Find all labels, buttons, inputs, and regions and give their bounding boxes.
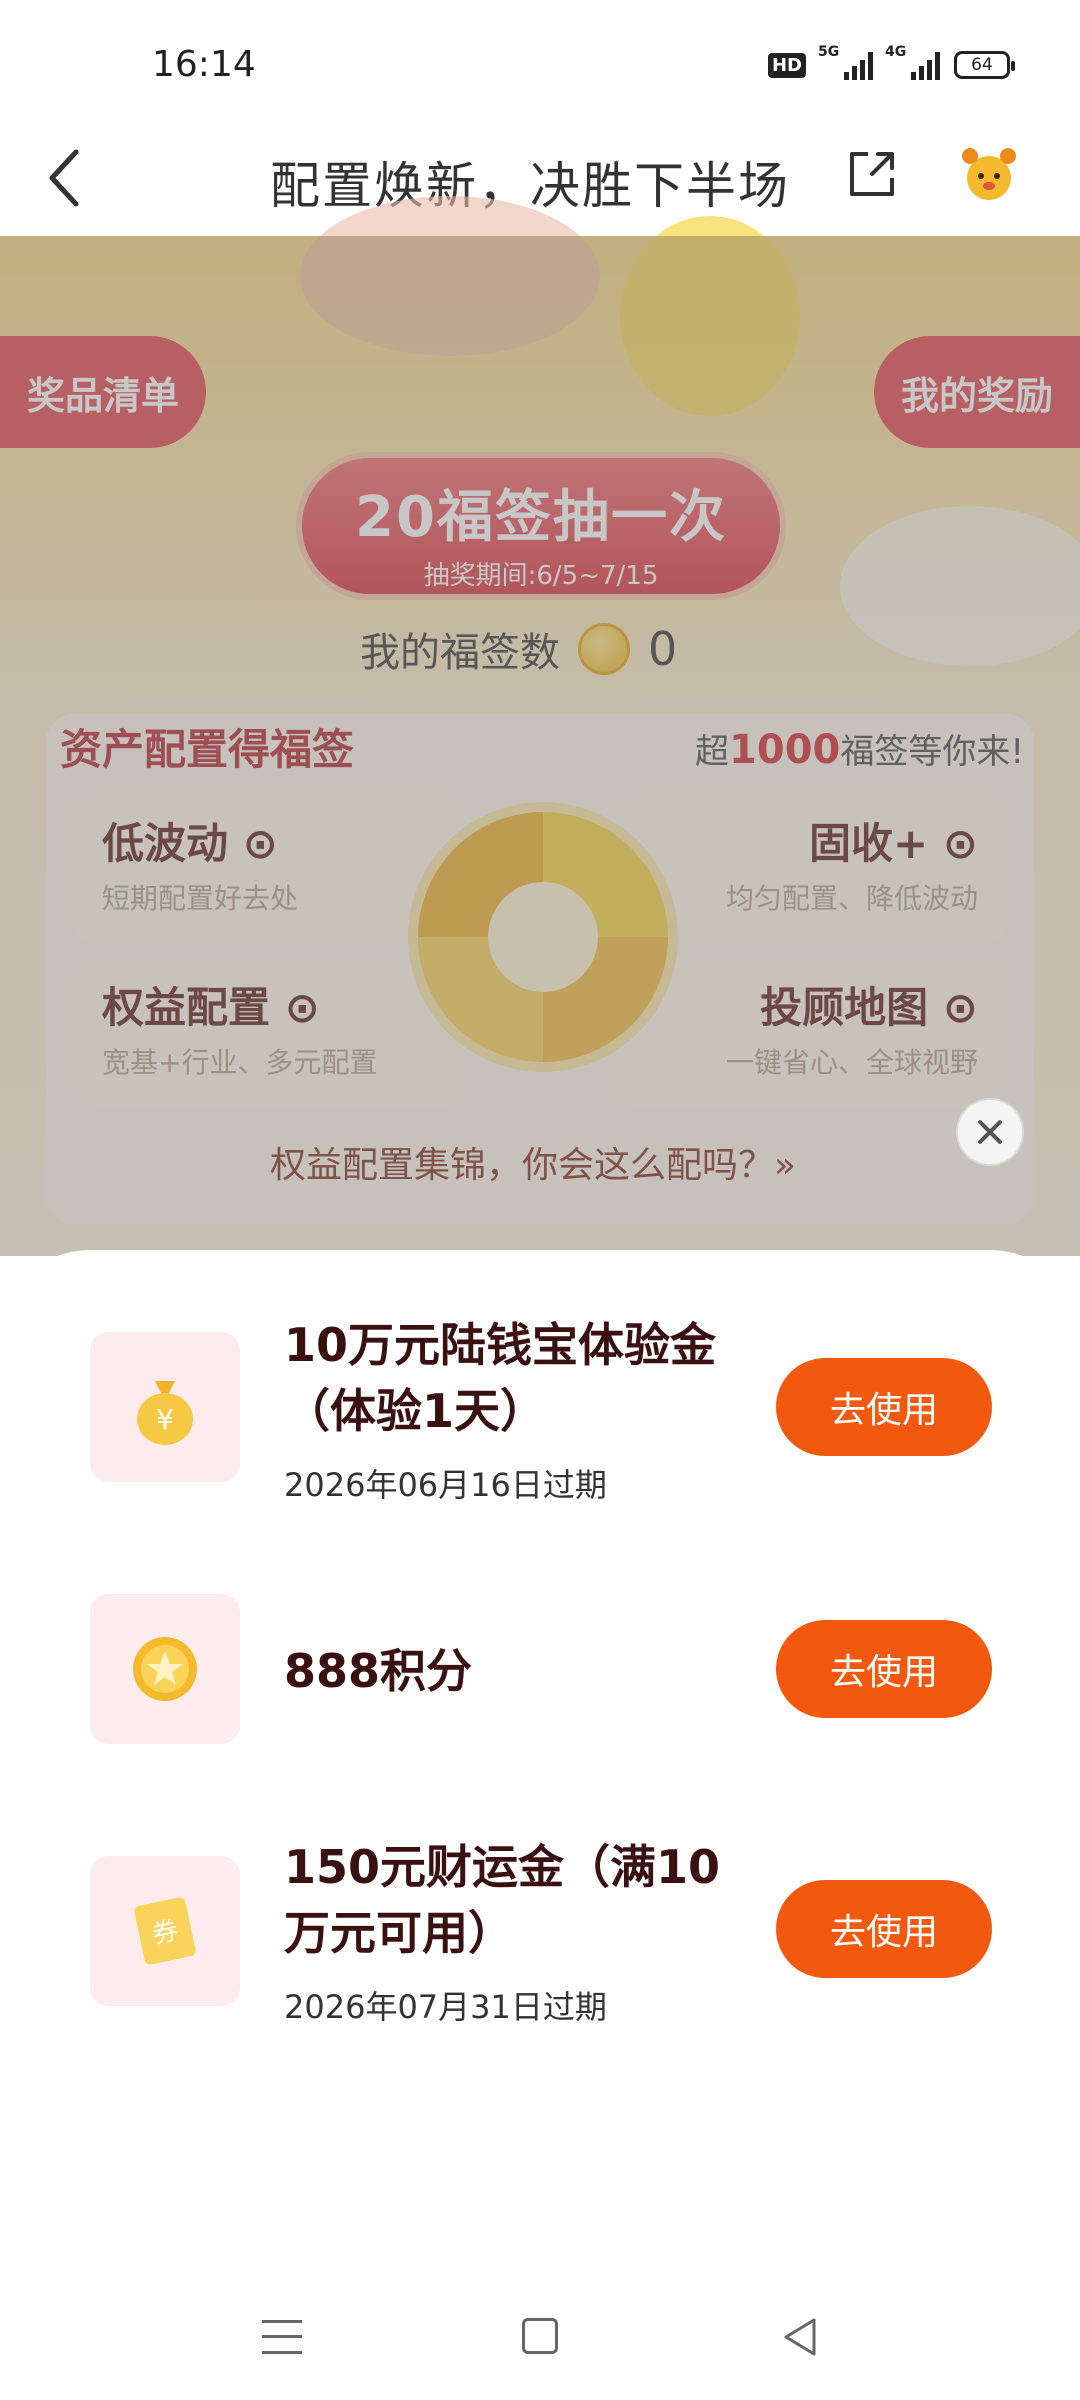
signal-4g-label: 4G — [885, 44, 907, 60]
signal-4g-icon: 4G — [885, 44, 940, 80]
signal-5g-label: 5G — [818, 44, 840, 60]
use-button[interactable]: 去使用 — [776, 1358, 992, 1456]
use-button[interactable]: 去使用 — [776, 1880, 992, 1978]
system-nav-bar — [0, 2290, 1080, 2400]
reward-title: 888积分 — [284, 1644, 473, 1698]
reward-expiry: 2026年07月31日过期 — [284, 1988, 607, 2026]
menu-icon[interactable] — [262, 2320, 302, 2354]
home-icon[interactable] — [522, 2318, 558, 2354]
modal-overlay[interactable] — [0, 236, 1080, 1256]
share-icon[interactable] — [842, 144, 902, 204]
reward-thumb: 券 — [90, 1856, 240, 2006]
reward-thumb — [90, 1594, 240, 1744]
back-icon[interactable] — [40, 144, 100, 212]
status-bar: 16:14 HD 5G 4G 64 — [0, 0, 1080, 120]
reward-expiry: 2026年06月16日过期 — [284, 1466, 607, 1504]
battery-icon: 64 — [954, 51, 1015, 79]
close-icon[interactable] — [958, 1100, 1022, 1164]
reward-thumb: ¥ — [90, 1332, 240, 1482]
coupon-icon: 券 — [134, 1897, 196, 1965]
hd-icon: HD — [767, 52, 806, 78]
back-triangle-icon[interactable] — [780, 2316, 820, 2358]
reward-sheet: ¥ 10万元陆钱宝体验金（体验1天） 2026年06月16日过期 去使用 888… — [0, 1250, 1080, 2400]
coin-star-icon — [133, 1637, 197, 1701]
reward-title: 10万元陆钱宝体验金（体验1天） — [284, 1318, 717, 1438]
use-button[interactable]: 去使用 — [776, 1620, 992, 1718]
money-bag-icon: ¥ — [137, 1381, 193, 1445]
status-time: 16:14 — [152, 44, 256, 85]
page-title: 配置焕新，决胜下半场 — [270, 157, 790, 215]
signal-5g-icon: 5G — [818, 44, 873, 80]
reward-title: 150元财运金（满10万元可用） — [284, 1840, 721, 1960]
mascot-icon[interactable] — [956, 140, 1022, 206]
status-icons: HD 5G 4G 64 — [767, 44, 1015, 80]
svg-text:¥: ¥ — [156, 1403, 174, 1436]
